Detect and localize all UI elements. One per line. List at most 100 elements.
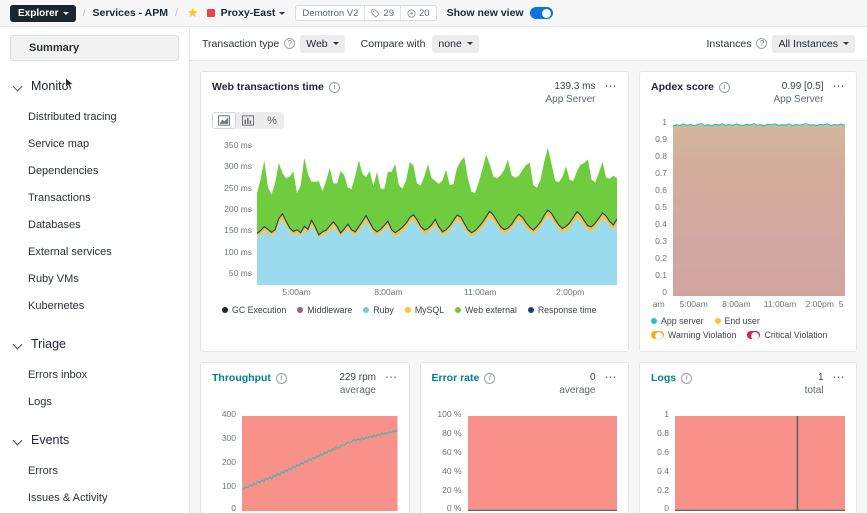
error-rate-chart[interactable]: 100 % 80 % 60 % 40 % 20 % 0 % xyxy=(432,409,617,513)
sidebar-group-monitor[interactable]: Monitor xyxy=(0,69,189,103)
chart-legend: GC Execution Middleware Ruby MySQL Web e… xyxy=(212,302,617,315)
panel-menu-icon[interactable]: ⋯ xyxy=(385,371,398,383)
web-transactions-chart[interactable]: 350 ms 300 ms 250 ms 200 ms 150 ms 100 m… xyxy=(212,135,617,300)
sidebar-group-triage[interactable]: Triage xyxy=(0,327,189,361)
panel-menu-icon[interactable]: ⋯ xyxy=(833,80,846,92)
panel-menu-icon[interactable]: ⋯ xyxy=(605,371,618,383)
sidebar-group-events[interactable]: Events xyxy=(0,423,189,457)
transaction-type-label: Transaction type xyxy=(202,37,280,50)
y-tick: 200 ms xyxy=(224,203,252,214)
x-tick: 11:00am xyxy=(763,299,797,309)
sidebar-item-errors-inbox[interactable]: Errors inbox xyxy=(0,361,189,388)
metric-subtitle: average xyxy=(559,384,596,396)
sidebar-item-external-services[interactable]: External services xyxy=(0,238,189,265)
panel-title[interactable]: Error rate i xyxy=(432,372,496,384)
sidebar-item-transactions[interactable]: Transactions xyxy=(0,184,189,211)
x-tick: am xyxy=(652,299,665,309)
explorer-button[interactable]: Explorer xyxy=(10,4,76,22)
sidebar-item-issues-activity[interactable]: Issues & Activity xyxy=(0,484,189,511)
help-icon[interactable]: ? xyxy=(756,38,768,49)
account-chip[interactable]: Demotron V2 xyxy=(296,6,366,20)
legend-label: App server xyxy=(661,316,704,326)
panel-metric: 0.99 [0.5] App Server xyxy=(773,81,826,106)
tag-count-chip[interactable]: 29 xyxy=(365,6,401,20)
legend-item[interactable]: MySQL xyxy=(404,305,445,315)
compare-with-select[interactable]: none xyxy=(432,34,479,53)
x-axis: 5:00am 8:00am 11:00am 2:00pm xyxy=(257,285,617,299)
sidebar-item-label: Errors inbox xyxy=(28,368,88,381)
chevron-down-icon xyxy=(279,11,286,15)
panel-title-text: Throughput xyxy=(212,372,271,384)
y-tick: 0.6 xyxy=(657,447,669,457)
compare-with-value: none xyxy=(438,37,462,50)
y-tick: 300 ms xyxy=(224,161,252,172)
chart-legend: App server End user Warning Violation Cr… xyxy=(651,313,845,340)
x-tick: 11:00am xyxy=(463,287,497,297)
legend-item[interactable]: Ruby xyxy=(363,305,394,315)
y-tick: 0.6 xyxy=(655,184,667,195)
sidebar-item-service-map[interactable]: Service map xyxy=(0,130,189,157)
y-tick: 0.8 xyxy=(655,150,667,161)
panel-logs: Logs i 1 total ⋯ 1 0.8 0.6 0.4 0.2 0 xyxy=(639,362,857,513)
info-icon[interactable]: i xyxy=(681,372,693,384)
target-count-chip[interactable]: 20 xyxy=(401,6,436,20)
y-axis: 350 ms 300 ms 250 ms 200 ms 150 ms 100 m… xyxy=(212,135,252,285)
panel-title-text: Error rate xyxy=(431,372,480,384)
panel-title[interactable]: Throughput i xyxy=(212,372,287,384)
entity-selector[interactable]: Proxy-East xyxy=(221,7,286,19)
chart-plot-area xyxy=(257,135,617,285)
sidebar-item-databases[interactable]: Databases xyxy=(0,211,189,238)
transaction-type-select[interactable]: Web xyxy=(300,34,345,53)
star-icon[interactable]: ★ xyxy=(187,5,199,21)
percent-icon[interactable]: % xyxy=(260,112,284,129)
account-meta-group: Demotron V2 29 20 xyxy=(295,5,437,21)
info-icon[interactable]: i xyxy=(275,372,287,384)
info-icon[interactable]: i xyxy=(484,372,496,384)
sidebar-item-summary[interactable]: Summary xyxy=(10,35,179,61)
show-new-view-toggle[interactable] xyxy=(529,7,553,19)
legend-item[interactable]: Web external xyxy=(455,305,517,315)
sidebar-item-distributed-tracing[interactable]: Distributed tracing xyxy=(0,103,189,130)
legend-item[interactable]: GC Execution xyxy=(222,305,286,315)
sidebar-item-dependencies[interactable]: Dependencies xyxy=(0,157,189,184)
sidebar-item-label: Kubernetes xyxy=(28,299,85,312)
legend-item-warning-violation[interactable]: Warning Violation xyxy=(651,330,736,340)
panel-menu-icon[interactable]: ⋯ xyxy=(833,371,846,383)
help-icon[interactable]: ? xyxy=(284,38,296,49)
info-icon[interactable]: i xyxy=(328,81,340,93)
legend-label: MySQL xyxy=(414,305,445,315)
panel-menu-icon[interactable]: ⋯ xyxy=(605,80,618,92)
legend-label: Warning Violation xyxy=(668,330,737,340)
throughput-chart[interactable]: 400 300 200 100 0 xyxy=(212,409,398,513)
legend-item[interactable]: App server xyxy=(651,316,704,326)
y-tick: 200 xyxy=(221,457,236,467)
sidebar-item-errors[interactable]: Errors xyxy=(0,457,189,484)
panel-metric: 229 rpm average xyxy=(339,372,379,397)
logs-chart[interactable]: 1 0.8 0.6 0.4 0.2 0 xyxy=(651,409,845,513)
sidebar-item-label: Service map xyxy=(28,137,90,150)
panel-header: Apdex score i 0.99 [0.5] App Server ⋯ xyxy=(651,80,846,106)
bar-chart-icon[interactable] xyxy=(236,112,260,129)
metric-value: 229 rpm xyxy=(339,372,376,383)
legend-item[interactable]: End user xyxy=(714,316,760,326)
legend-item[interactable]: Middleware xyxy=(297,305,352,315)
sidebar-item-ruby-vms[interactable]: Ruby VMs xyxy=(0,265,189,292)
y-axis: 1 0.9 0.8 0.7 0.6 0.5 0.4 0.3 0.2 0.1 0 xyxy=(651,117,667,298)
metric-subtitle: average xyxy=(339,384,376,396)
legend-item-critical-violation[interactable]: Critical Violation xyxy=(747,330,827,340)
panel-title[interactable]: Logs i xyxy=(651,372,693,384)
y-tick: 250 ms xyxy=(224,182,252,193)
breadcrumb-separator-1: / xyxy=(82,7,86,19)
panel-error-rate: Error rate i 0 average ⋯ 100 % 80 % 60 %… xyxy=(419,362,629,513)
instances-select[interactable]: All Instances xyxy=(772,34,855,53)
sidebar-item-label: Summary xyxy=(29,42,80,54)
legend-label: End user xyxy=(724,316,760,326)
info-icon[interactable]: i xyxy=(719,81,731,93)
filter-bar: Transaction type ? Web Compare with none… xyxy=(190,27,867,61)
breadcrumb-services-apm[interactable]: Services - APM xyxy=(93,7,168,19)
sidebar-item-kubernetes[interactable]: Kubernetes xyxy=(0,292,189,319)
sidebar-item-logs[interactable]: Logs xyxy=(0,388,189,415)
area-chart-icon[interactable] xyxy=(212,112,236,129)
legend-item[interactable]: Response time xyxy=(527,305,597,315)
apdex-chart[interactable]: 1 0.9 0.8 0.7 0.6 0.5 0.4 0.3 0.2 0.1 0 xyxy=(651,117,845,310)
